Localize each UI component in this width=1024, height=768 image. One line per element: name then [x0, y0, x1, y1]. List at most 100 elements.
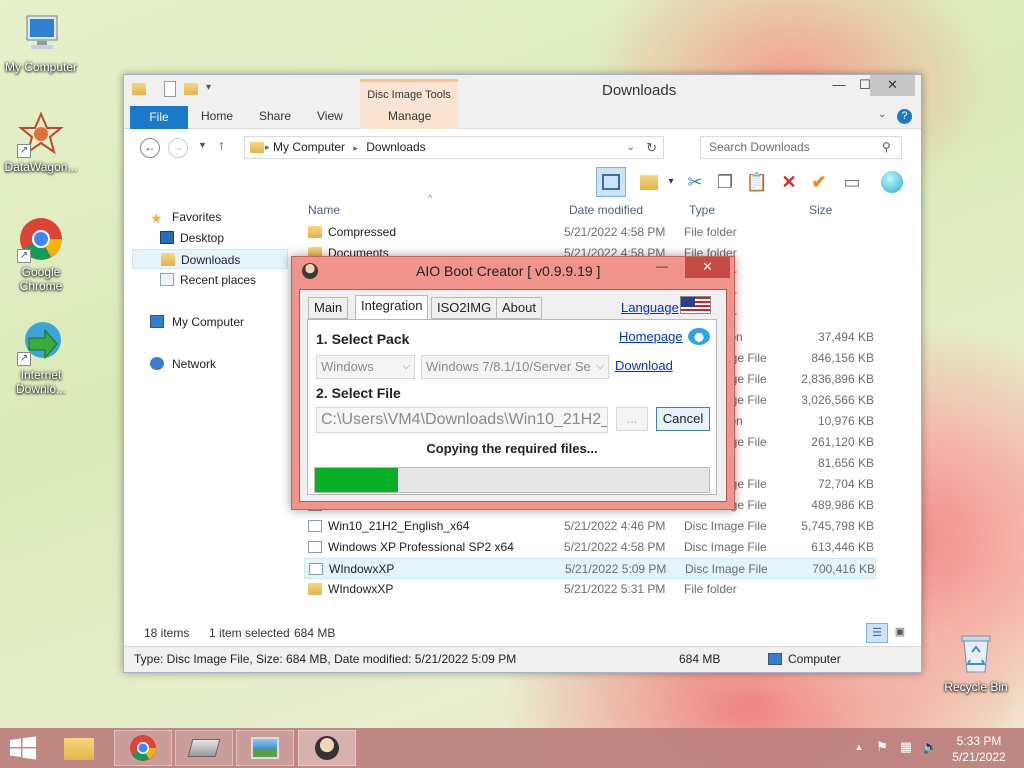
column-header-date[interactable]: Date modified	[569, 203, 643, 217]
progress-bar	[314, 467, 710, 493]
breadcrumb-downloads[interactable]: Downloads	[366, 140, 425, 154]
nav-my-computer[interactable]: My Computer	[132, 312, 288, 332]
desktop-icon-internet-download[interactable]: ↗ Internet Downlo...	[0, 318, 82, 396]
recent-locations-icon[interactable]: ▼	[198, 140, 207, 150]
shell-icon[interactable]	[879, 169, 905, 195]
cancel-button[interactable]: Cancel	[656, 407, 710, 431]
nav-label: Network	[172, 357, 217, 371]
pack-os-select[interactable]: Windows ⌵	[316, 355, 415, 379]
shortcut-arrow-icon: ↗	[17, 144, 31, 158]
recycle-bin-icon	[952, 630, 1000, 678]
tab-integration[interactable]: Integration	[355, 295, 429, 320]
nav-favorites[interactable]: ★ Favorites	[132, 207, 288, 227]
folder-icon	[308, 226, 322, 238]
taskbar: ▲ ⚑ ▦ 🔈 5:33 PM 5/21/2022	[0, 728, 1024, 768]
forward-button[interactable]: →	[168, 138, 188, 158]
tab-view[interactable]: View	[317, 109, 343, 123]
tab-main[interactable]: Main	[308, 297, 349, 319]
nav-recent-places[interactable]: Recent places	[132, 270, 288, 290]
download-link[interactable]: Download	[615, 358, 673, 373]
nav-network[interactable]: Network	[132, 354, 288, 374]
taskbar-image-viewer[interactable]	[236, 730, 294, 766]
chevron-down-icon[interactable]: ▾	[658, 169, 684, 195]
minimize-button[interactable]: —	[656, 259, 668, 273]
minimize-button[interactable]: —	[826, 75, 852, 96]
file-path-input[interactable]: C:\Users\VM4\Downloads\Win10_21H2_I	[316, 407, 608, 433]
desktop-icon-my-computer[interactable]: My Computer	[0, 10, 82, 74]
tab-about[interactable]: About	[496, 297, 542, 319]
large-icons-view-button[interactable]: ▣	[890, 623, 910, 643]
file-row[interactable]: WIndowxXP 5/21/2022 5:31 PM File folder	[304, 579, 876, 600]
new-folder-icon[interactable]	[184, 83, 198, 95]
disc-image-icon	[308, 541, 322, 553]
disc-image-icon	[308, 520, 322, 532]
explorer-titlebar[interactable]: ▾ Downloads — ☐ ✕	[124, 75, 921, 105]
refresh-button[interactable]: ↻	[646, 137, 657, 158]
desktop-icon-chrome[interactable]: ↗ Google Chrome	[0, 215, 82, 293]
nav-downloads[interactable]: Downloads	[132, 249, 288, 269]
cut-icon[interactable]: ✂	[682, 169, 708, 195]
file-row[interactable]: Windows XP Professional SP2 x64 5/21/2022…	[304, 537, 876, 558]
taskbar-aio-boot[interactable]	[298, 730, 356, 766]
file-row[interactable]: Win10_21H2_English_x64 5/21/2022 4:46 PM D…	[304, 516, 876, 537]
taskbar-file-explorer[interactable]	[50, 730, 108, 766]
copy-icon[interactable]: ❐	[712, 169, 738, 195]
tab-iso2img[interactable]: ISO2IMG	[431, 297, 498, 319]
taskbar-chrome[interactable]	[114, 730, 172, 766]
details-pane-icon[interactable]	[596, 167, 626, 197]
file-row[interactable]: WIndowxXP 5/21/2022 5:09 PM Disc Image Fil…	[304, 558, 876, 579]
chevron-down-icon[interactable]: ⌄	[627, 137, 635, 158]
paste-icon[interactable]: 📋	[744, 169, 770, 195]
breadcrumb-my-computer[interactable]: My Computer	[273, 140, 345, 154]
address-field[interactable]: ▸ My Computer ▸ Downloads ⌄ ↻	[244, 136, 664, 159]
address-bar-row: ← → ▼ ↑ ▸ My Computer ▸ Downloads ⌄ ↻ Se…	[124, 131, 921, 163]
file-row[interactable]: Compressed 5/21/2022 4:58 PM File folder	[304, 222, 876, 243]
language-link[interactable]: Language	[621, 300, 679, 315]
file-name: WIndowxXP	[328, 582, 394, 596]
properties-icon[interactable]	[164, 81, 176, 97]
us-flag-icon[interactable]	[680, 296, 711, 314]
show-hidden-icons-button[interactable]: ▲	[851, 740, 867, 754]
desktop-icon-recycle-bin[interactable]: Recycle Bin	[935, 630, 1017, 694]
homepage-link[interactable]: Homepage	[619, 329, 683, 344]
tab-share[interactable]: Share	[259, 109, 291, 123]
desktop-icon-datawagon[interactable]: ↗ DataWagon...	[0, 110, 82, 174]
details-view-button[interactable]: ☰	[866, 623, 888, 643]
file-path-value: C:\Users\VM4\Downloads\Win10_21H2_I	[321, 411, 608, 428]
clock-time[interactable]: 5:33 PM	[948, 734, 1010, 748]
column-header-size[interactable]: Size	[809, 203, 832, 217]
search-input[interactable]: Search Downloads	[700, 136, 902, 159]
action-center-flag-icon[interactable]: ⚑	[874, 740, 890, 754]
column-header-type[interactable]: Type	[689, 203, 715, 217]
rename-icon[interactable]: ▭	[839, 169, 865, 195]
browse-button[interactable]: ...	[616, 407, 648, 431]
aio-boot-creator-dialog: AIO Boot Creator [ v0.9.9.19 ] — ☐ ✕ Mai…	[291, 256, 735, 510]
tab-home[interactable]: Home	[201, 109, 233, 123]
volume-muted-icon[interactable]: 🔈	[922, 740, 938, 754]
sort-indicator-icon: ^	[428, 193, 433, 203]
network-status-icon[interactable]: ▦	[898, 740, 914, 754]
start-button[interactable]	[8, 736, 38, 760]
details-text: Type: Disc Image File, Size: 684 MB, Dat…	[134, 652, 517, 666]
file-size: 10,976 KB	[817, 414, 874, 428]
back-button[interactable]: ←	[140, 138, 160, 158]
up-button[interactable]: ↑	[218, 137, 225, 153]
search-icon[interactable]: ⚲	[882, 140, 891, 154]
clock-date[interactable]: 5/21/2022	[948, 750, 1010, 764]
help-icon[interactable]: ?	[897, 109, 912, 124]
tab-file[interactable]: File	[130, 106, 188, 129]
close-button[interactable]: ✕	[685, 257, 730, 278]
ribbon-expand-icon[interactable]: ⌄	[878, 109, 886, 120]
pack-version-select[interactable]: Windows 7/8.1/10/Server Se ⌵	[421, 355, 609, 379]
tab-manage[interactable]: Manage	[388, 109, 431, 123]
file-size: 261,120 KB	[811, 435, 874, 449]
folder-icon	[132, 83, 146, 95]
column-header-name[interactable]: Name	[308, 203, 340, 217]
taskbar-drive-tool[interactable]	[175, 730, 233, 766]
delete-icon[interactable]: ✕	[776, 169, 802, 195]
check-icon[interactable]: ✔	[806, 169, 832, 195]
image-icon	[251, 737, 279, 759]
close-button[interactable]: ✕	[870, 75, 915, 96]
nav-desktop[interactable]: Desktop	[132, 228, 288, 248]
chevron-down-icon[interactable]: ▾	[206, 82, 211, 93]
